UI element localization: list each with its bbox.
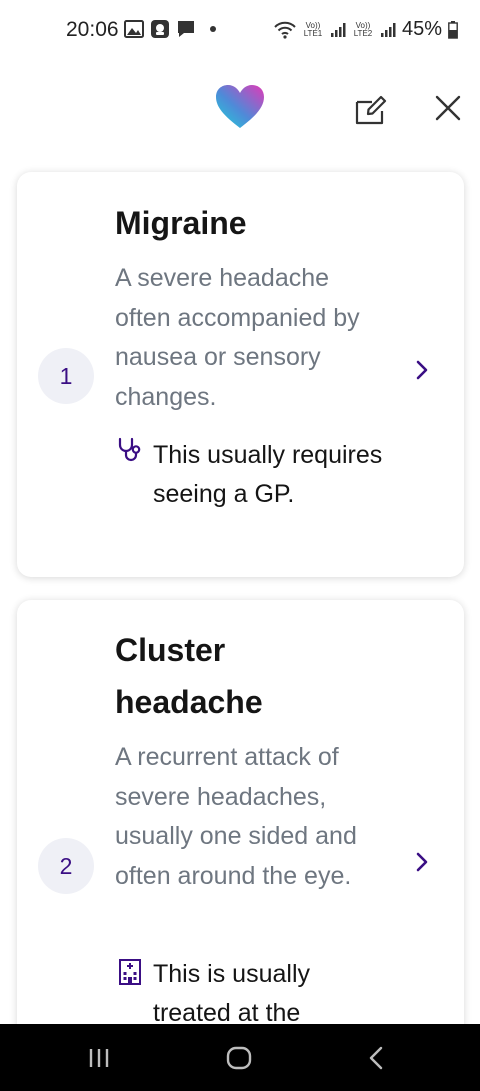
chat-icon <box>178 21 194 37</box>
sim2-label: Vo)) LTE2 <box>353 20 373 38</box>
notification-icons <box>124 19 218 39</box>
edit-button[interactable] <box>354 92 388 126</box>
status-time: 20:06 <box>66 18 119 41</box>
condition-description: A recurrent attack of severe headaches, … <box>115 743 357 890</box>
system-status: Vo)) LTE1 Vo)) LTE2 45% <box>274 18 458 41</box>
recents-icon[interactable] <box>88 1048 110 1068</box>
condition-title: Migraine <box>115 205 247 241</box>
system-nav-bar <box>0 1024 480 1091</box>
condition-description: A severe headache often accompanied by n… <box>115 264 360 411</box>
chevron-right-icon[interactable] <box>412 358 432 382</box>
care-note: This usually requires seeing a GP. <box>153 441 383 508</box>
hospital-icon <box>119 959 141 985</box>
stethoscope-icon <box>118 437 141 462</box>
back-icon[interactable] <box>368 1046 384 1070</box>
chevron-right-icon[interactable] <box>412 850 432 874</box>
heart-logo <box>216 85 264 128</box>
close-button[interactable] <box>434 94 462 122</box>
sim1-label: Vo)) LTE1 <box>303 20 323 38</box>
signal-icon-2 <box>380 22 396 37</box>
app-header <box>0 78 480 138</box>
battery-icon <box>448 20 458 39</box>
status-bar: 20:06 Vo)) LTE1 Vo)) LTE2 45% <box>0 0 480 60</box>
wifi-icon <box>274 21 296 39</box>
condition-title: Cluster headache <box>115 632 263 720</box>
care-note: This is usually treated at the <box>153 960 310 1027</box>
home-icon[interactable] <box>226 1046 252 1070</box>
battery-percent: 45% <box>401 18 442 40</box>
dot-icon <box>210 26 216 32</box>
rank-badge: 2 <box>38 838 94 894</box>
condition-card-migraine[interactable]: 1 Migraine A severe headache often accom… <box>17 172 464 577</box>
condition-card-cluster-headache[interactable]: 2 Cluster headache A recurrent attack of… <box>17 600 464 1091</box>
messenger-icon <box>151 20 169 38</box>
rank-badge: 1 <box>38 348 94 404</box>
signal-icon <box>330 22 346 37</box>
gallery-icon <box>124 20 144 38</box>
